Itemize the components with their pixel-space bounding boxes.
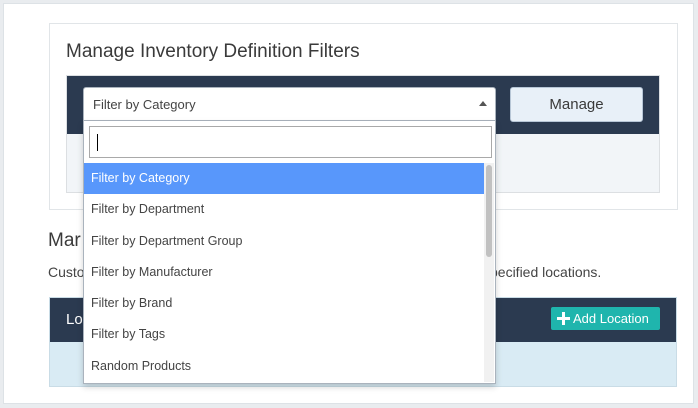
add-location-label: Add Location [573,311,649,326]
dropdown-option-tags[interactable]: Filter by Tags [84,319,486,350]
dropdown-option-department-group[interactable]: Filter by Department Group [84,226,486,257]
chevron-up-icon [479,101,487,106]
dropdown-scrollbar[interactable] [484,163,494,382]
dropdown-options-list: Filter by Category Filter by Department … [84,163,486,382]
dropdown-option-brand[interactable]: Filter by Brand [84,288,486,319]
locations-panel-header-label: Lo [66,311,83,328]
locations-section-title: Mar [48,230,81,251]
dropdown-option-department[interactable]: Filter by Department [84,194,486,225]
filter-select-value: Filter by Category [93,97,196,112]
plus-icon [557,312,570,325]
dropdown-option-manufacturer[interactable]: Filter by Manufacturer [84,257,486,288]
text-caret [97,134,98,151]
locations-description-start: Custo [48,264,85,280]
dropdown-option-random-products[interactable]: Random Products [84,351,486,382]
add-location-button[interactable]: Add Location [551,307,660,330]
filter-dropdown: Filter by Category Filter by Department … [83,121,496,384]
dropdown-search-input[interactable] [89,126,492,158]
manage-button[interactable]: Manage [510,87,643,122]
filter-select[interactable]: Filter by Category [83,87,496,121]
dropdown-scrollbar-thumb[interactable] [486,165,492,257]
locations-description-end: pecified locations. [490,264,602,280]
dropdown-option-category[interactable]: Filter by Category [84,163,486,195]
filters-card-title: Manage Inventory Definition Filters [66,41,360,62]
